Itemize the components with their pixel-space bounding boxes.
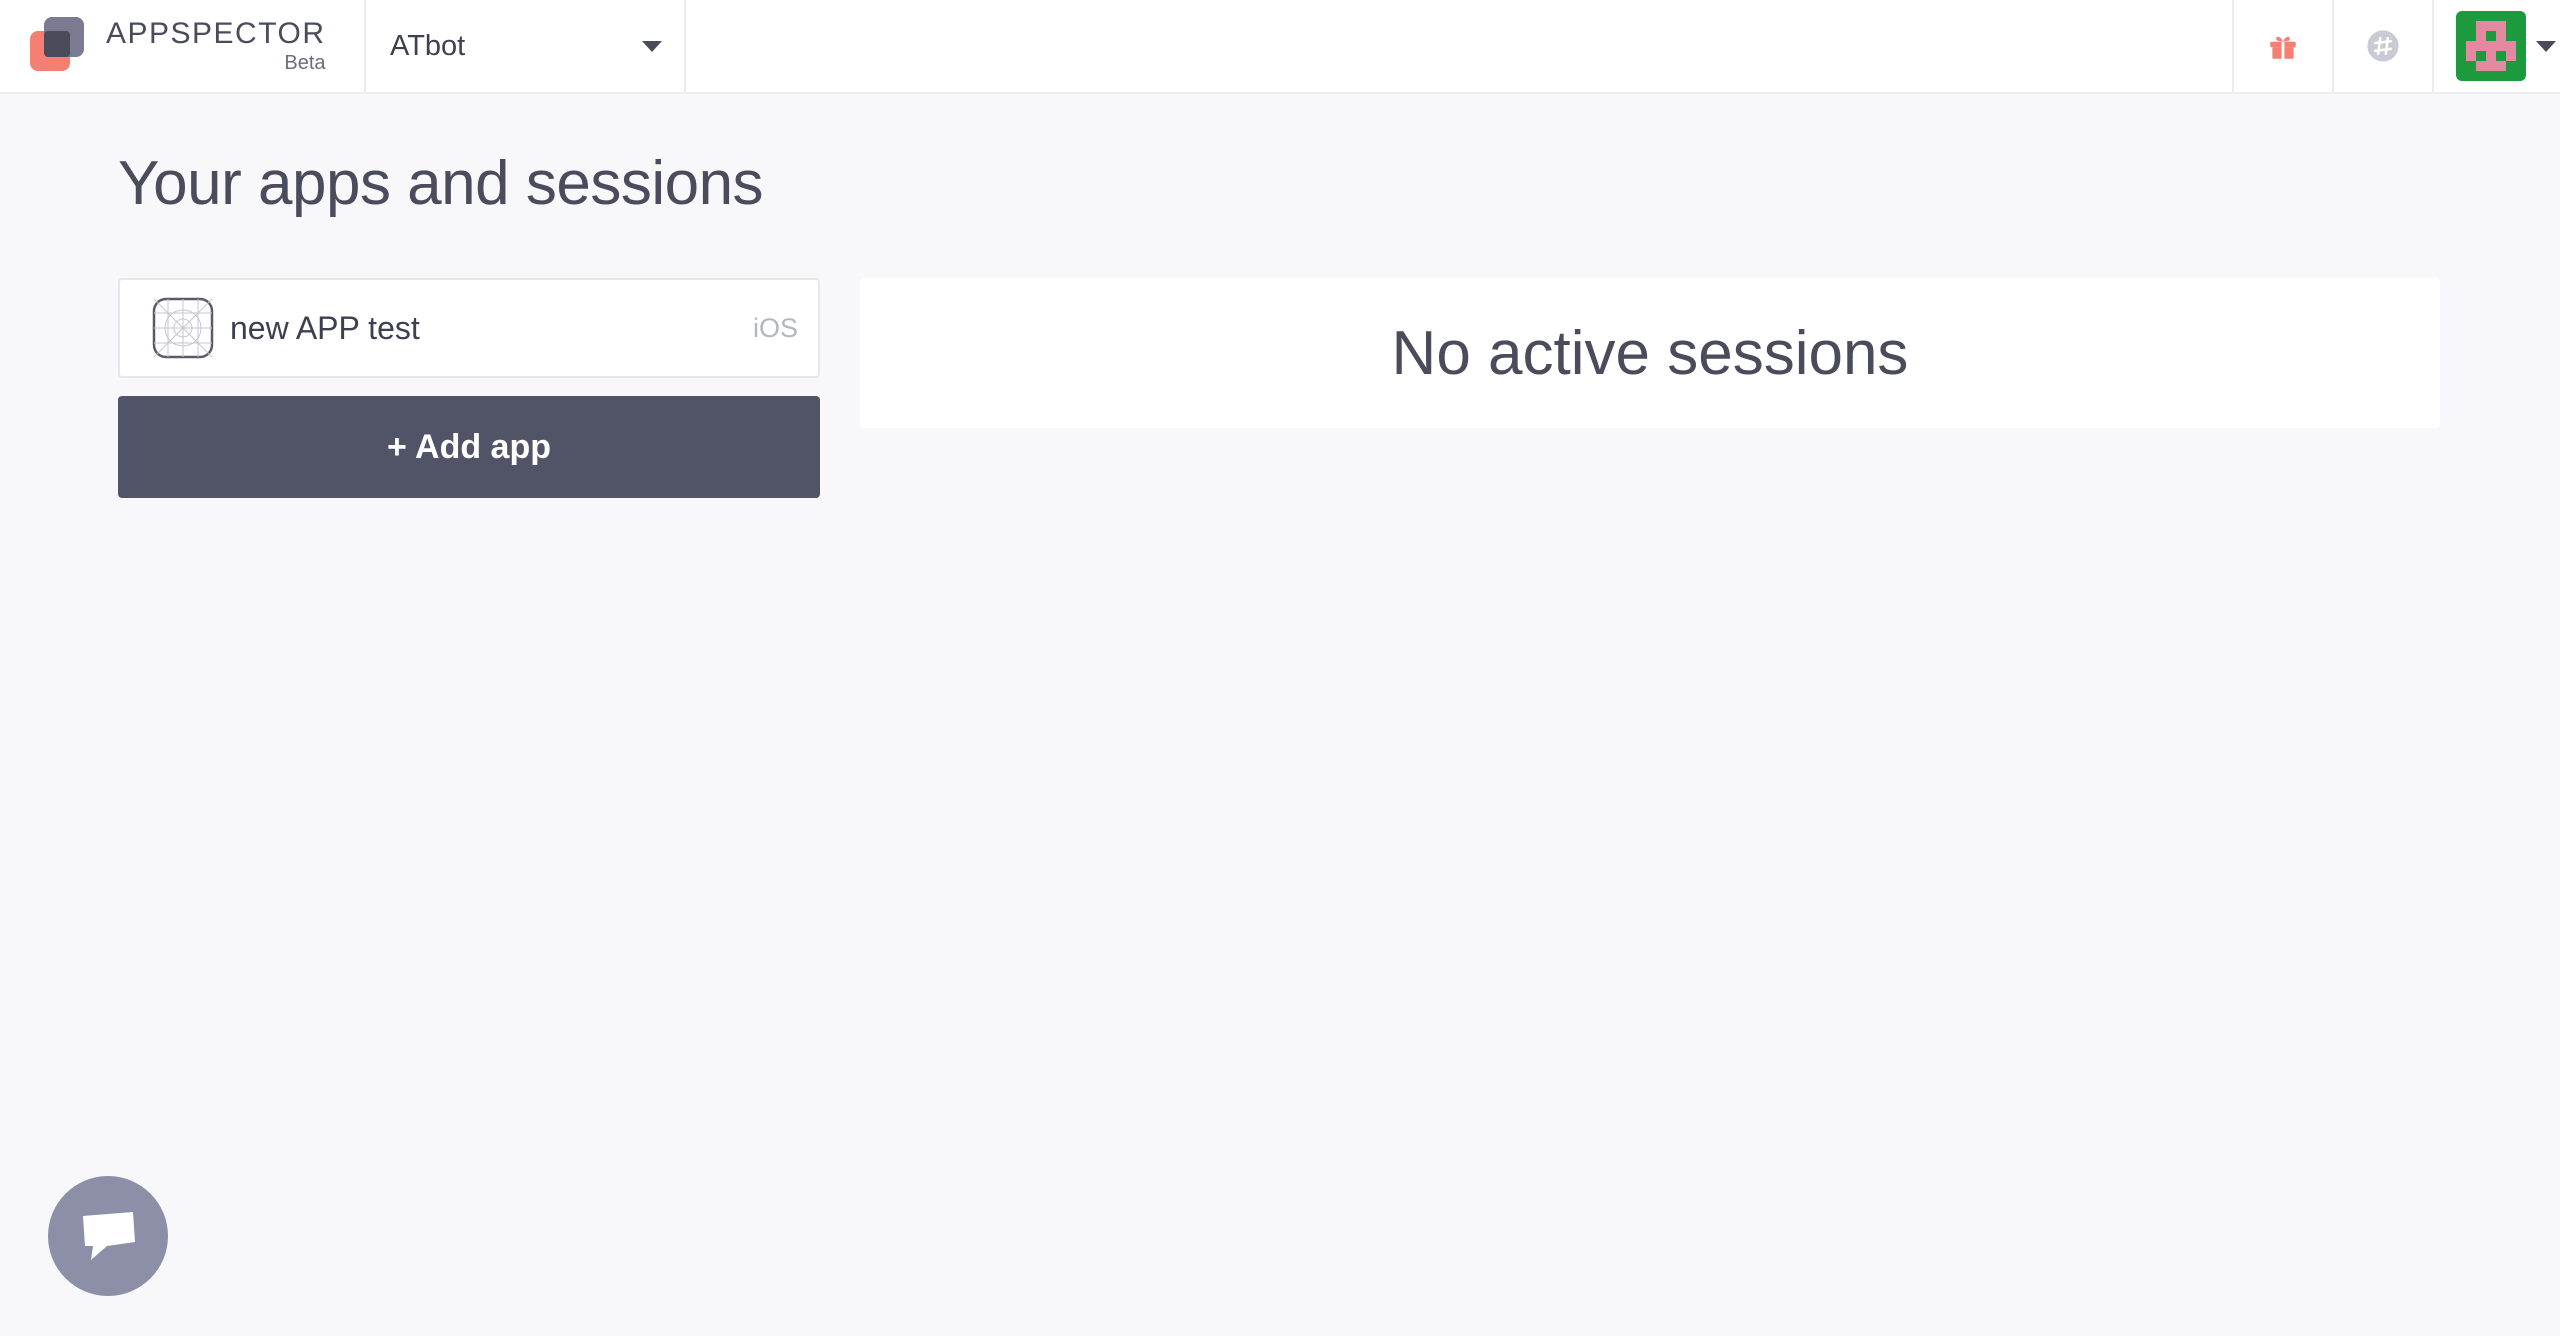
- chat-launcher-button[interactable]: [48, 1176, 168, 1296]
- organization-dropdown[interactable]: ATbot: [366, 0, 686, 92]
- slack-button[interactable]: [2332, 0, 2432, 92]
- page-title: Your apps and sessions: [118, 149, 764, 218]
- slack-icon: [2367, 30, 2399, 62]
- no-sessions-message: No active sessions: [1391, 318, 1909, 388]
- appspector-logo-icon: [30, 17, 88, 75]
- account-chevron-down-icon: [2536, 40, 2556, 52]
- avatar: [2456, 11, 2526, 81]
- gift-icon: [2270, 36, 2296, 59]
- account-menu[interactable]: [2432, 0, 2560, 92]
- top-navigation-bar: APPSPECTOR Beta ATbot: [0, 0, 2560, 94]
- sessions-panel: No active sessions: [860, 278, 2440, 428]
- app-name: new APP test: [230, 309, 420, 346]
- brand-name: APPSPECTOR: [106, 17, 326, 50]
- brand-logo[interactable]: APPSPECTOR Beta: [0, 0, 366, 92]
- chat-icon: [83, 1212, 135, 1260]
- app-platform-label: iOS: [752, 312, 798, 343]
- chevron-down-icon: [642, 40, 662, 52]
- app-list-item[interactable]: new APP test iOS: [118, 278, 820, 378]
- ios-app-placeholder-icon: [152, 297, 214, 359]
- whats-new-button[interactable]: [2232, 0, 2332, 92]
- organization-name: ATbot: [390, 29, 466, 62]
- beta-badge: Beta: [284, 52, 326, 74]
- add-app-button[interactable]: + Add app: [118, 396, 820, 498]
